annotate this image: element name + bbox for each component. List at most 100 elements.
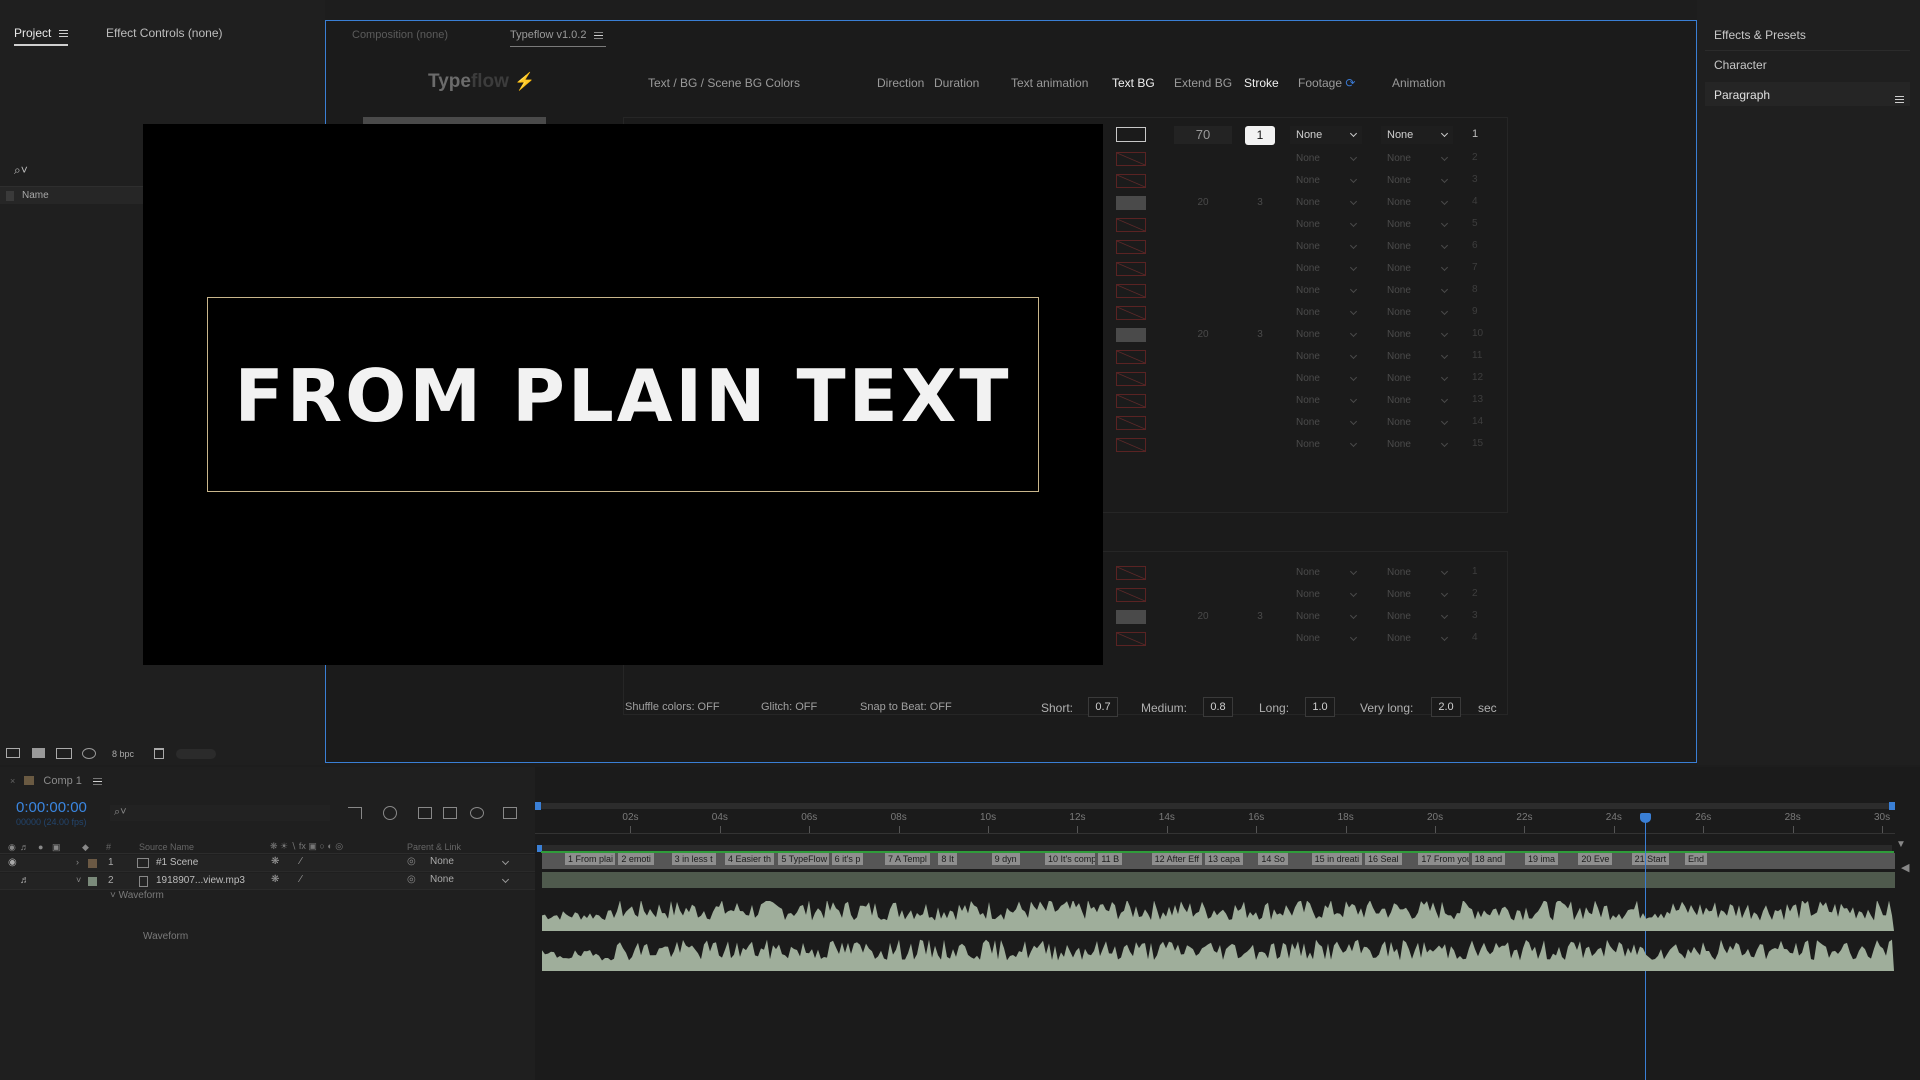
scene-row-extend-bg-input[interactable]: 20 (1174, 194, 1232, 211)
scene-row-text-bg-swatch[interactable] (1116, 416, 1146, 430)
scene-row-text-bg-swatch[interactable] (1116, 196, 1146, 210)
scene-row-footage-dropdown[interactable]: None (1290, 392, 1362, 409)
collapse-icon[interactable]: ˅ (110, 890, 116, 901)
scene-row-text-bg-swatch[interactable] (1116, 284, 1146, 298)
comp-marker[interactable]: 1 From plai (565, 853, 616, 865)
scene-row-animation-dropdown[interactable]: None (1381, 172, 1453, 189)
scene-row-extend-bg-input[interactable]: 20 (1174, 326, 1232, 343)
audio-icon[interactable]: ♬ (20, 875, 30, 886)
scene-row-animation-dropdown[interactable]: None (1381, 194, 1453, 211)
layer-row-2[interactable]: ♬ ˅ 2 1918907...view.mp3 ❋ ∕ ◎ None (0, 873, 535, 890)
scene-row-animation-dropdown[interactable]: None (1381, 370, 1453, 387)
lower-row-text-bg-swatch[interactable] (1116, 610, 1146, 624)
comp-mini-flowchart-icon[interactable] (348, 807, 362, 819)
scene-row-stroke-input[interactable]: 3 (1245, 326, 1275, 343)
navigator-end-handle[interactable] (1889, 802, 1895, 810)
animation-dropdown-1[interactable]: None (1381, 126, 1453, 144)
panel-menu-icon[interactable] (92, 777, 102, 785)
scene-row-footage-dropdown[interactable]: None (1290, 436, 1362, 453)
tab-project[interactable]: Project (14, 26, 69, 46)
close-icon[interactable]: × (10, 776, 15, 786)
lower-row-footage-dropdown[interactable]: None (1290, 586, 1362, 603)
header-extend-bg[interactable]: Extend BG (1174, 76, 1232, 90)
short-input[interactable]: 0.7 (1088, 697, 1118, 717)
scene-row-animation-dropdown[interactable]: None (1381, 260, 1453, 277)
scene-row-animation-dropdown[interactable]: None (1381, 436, 1453, 453)
scene-row-footage-dropdown[interactable]: None (1290, 194, 1362, 211)
tab-typeflow[interactable]: Typeflow v1.0.2 (510, 29, 604, 41)
parent-dropdown-1[interactable]: None (424, 856, 514, 870)
playhead-handle[interactable] (1640, 813, 1652, 823)
collapse-switch-icon[interactable]: ❋ (271, 856, 279, 867)
scene-row-footage-dropdown[interactable]: None (1290, 348, 1362, 365)
comp-marker[interactable]: 14 So (1258, 853, 1288, 865)
motion-blur-icon[interactable] (470, 807, 484, 819)
lower-row-animation-dropdown[interactable]: None (1381, 630, 1453, 647)
quality-switch-icon[interactable]: ∕ (300, 874, 302, 885)
project-settings-icon[interactable] (82, 748, 96, 759)
shy-layers-icon[interactable] (418, 807, 432, 819)
scene-row-text-bg-swatch[interactable] (1116, 372, 1146, 386)
refresh-icon[interactable]: ⟳ (1345, 76, 1355, 90)
column-source-name[interactable]: Source Name (139, 842, 194, 852)
header-footage[interactable]: Footage ⟳ (1298, 76, 1355, 90)
layer-label-color[interactable] (88, 859, 97, 868)
paragraph-row[interactable]: Paragraph (1705, 82, 1910, 106)
panel-menu-icon[interactable] (1895, 96, 1904, 104)
quality-switch-icon[interactable]: ∕ (300, 856, 302, 867)
comp-marker[interactable]: 6 it's p (831, 853, 864, 865)
scene-row-stroke-input[interactable]: 3 (1245, 194, 1275, 211)
time-ruler[interactable]: 02s 04s 06s 08s 10s 12s 14s 16s 18s 20s 22s 24s 26s 2… (535, 811, 1895, 841)
scene-row-animation-dropdown[interactable]: None (1381, 304, 1453, 321)
scene-row-footage-dropdown[interactable]: None (1290, 150, 1362, 167)
thumbnail-slider[interactable] (176, 749, 216, 759)
scene-row-animation-dropdown[interactable]: None (1381, 414, 1453, 431)
scene-row-footage-dropdown[interactable]: None (1290, 260, 1362, 277)
comp-marker[interactable]: 17 From your (1418, 853, 1469, 865)
scene-row-animation-dropdown[interactable]: None (1381, 282, 1453, 299)
lower-row-footage-dropdown[interactable]: None (1290, 564, 1362, 581)
layer-row-1[interactable]: ◉ › 1 #1 Scene ❋ ∕ ◎ None (0, 855, 535, 872)
extend-bg-input-1[interactable]: 70 (1174, 126, 1232, 144)
comp-marker[interactable]: 7 A Templ (885, 853, 930, 865)
panel-menu-icon[interactable] (594, 31, 604, 39)
snap-to-beat-toggle[interactable]: Snap to Beat: OFF (860, 701, 952, 713)
comp-marker[interactable]: 18 and (1471, 853, 1506, 865)
frame-blending-icon[interactable] (443, 807, 457, 819)
comp-marker[interactable]: 20 Eve (1578, 853, 1613, 865)
waveform-group[interactable]: ˅ Waveform (110, 890, 164, 901)
layer-name[interactable]: 1918907...view.mp3 (156, 875, 245, 886)
timecode[interactable]: 0:00:00:00 (16, 799, 87, 816)
text-bg-swatch-1[interactable] (1116, 127, 1146, 142)
parent-dropdown-2[interactable]: None (424, 874, 514, 888)
column-name[interactable]: Name (22, 190, 49, 201)
navigator-start-handle[interactable] (535, 802, 541, 810)
lower-row-footage-dropdown[interactable]: None (1290, 608, 1362, 625)
scene-row-animation-dropdown[interactable]: None (1381, 150, 1453, 167)
layer-name[interactable]: #1 Scene (156, 857, 198, 868)
panel-menu-icon[interactable] (59, 30, 69, 38)
comp-marker[interactable]: 15 in dreati (1311, 853, 1362, 865)
lower-row-text-bg-swatch[interactable] (1116, 588, 1146, 602)
scene-row-text-bg-swatch[interactable] (1116, 240, 1146, 254)
scene-row-animation-dropdown[interactable]: None (1381, 326, 1453, 343)
eye-icon[interactable]: ◉ (8, 857, 17, 868)
bpc-button[interactable]: 8 bpc (112, 749, 134, 759)
column-parent-link[interactable]: Parent & Link (407, 842, 461, 852)
trash-icon[interactable] (154, 748, 164, 759)
lower-row-animation-dropdown[interactable]: None (1381, 608, 1453, 625)
lower-row-text-bg-swatch[interactable] (1116, 566, 1146, 580)
long-input[interactable]: 1.0 (1305, 697, 1335, 717)
header-animation[interactable]: Animation (1392, 76, 1445, 90)
lower-row-extend-bg-input[interactable]: 20 (1174, 608, 1232, 625)
scene-row-footage-dropdown[interactable]: None (1290, 370, 1362, 387)
comp-marker[interactable]: 13 capa (1205, 853, 1244, 865)
scene-row-text-bg-swatch[interactable] (1116, 218, 1146, 232)
interpret-footage-icon[interactable] (6, 748, 20, 758)
search-icon[interactable]: ⌕˅ (14, 163, 28, 178)
comp-marker[interactable]: 21 Start (1631, 853, 1670, 865)
character-tab[interactable]: Character (1714, 58, 1767, 72)
scene-row-footage-dropdown[interactable]: None (1290, 172, 1362, 189)
footage-dropdown-1[interactable]: None (1290, 126, 1362, 144)
scene-row-footage-dropdown[interactable]: None (1290, 238, 1362, 255)
